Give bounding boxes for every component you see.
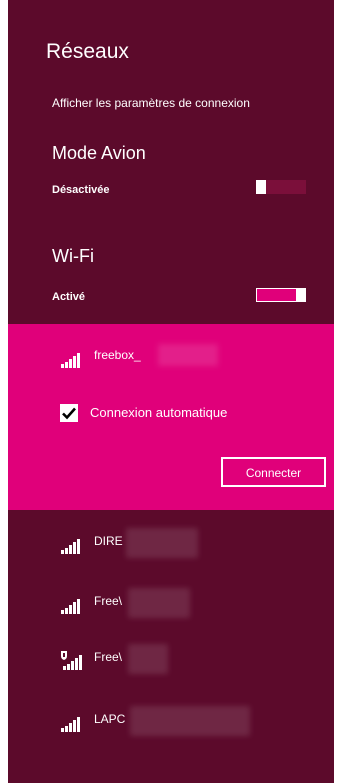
airplane-mode-state: Désactivée xyxy=(52,184,110,196)
selected-network-panel[interactable]: freebox_ Connexion automatique Connecter xyxy=(8,324,334,510)
toggle-thumb xyxy=(296,288,306,302)
checkmark-icon xyxy=(62,407,76,420)
network-name: freebox_ xyxy=(94,348,141,362)
selected-network-row[interactable]: freebox_ xyxy=(8,342,334,372)
connect-button[interactable]: Connecter xyxy=(221,457,326,487)
wifi-signal-icon xyxy=(61,599,80,614)
redaction-blur xyxy=(126,528,198,558)
network-name: LAPC xyxy=(94,712,126,726)
network-name: Free\ xyxy=(94,594,123,608)
network-name: Free\ xyxy=(94,650,123,664)
network-row[interactable]: Free\ xyxy=(8,644,334,674)
panel-title: Réseaux xyxy=(46,40,129,63)
redaction-blur xyxy=(158,344,218,366)
wifi-signal-icon xyxy=(61,539,80,554)
auto-connect-label: Connexion automatique xyxy=(90,405,228,420)
wifi-state: Activé xyxy=(52,291,86,303)
airplane-mode-toggle[interactable] xyxy=(256,180,306,194)
auto-connect-checkbox[interactable] xyxy=(60,404,78,422)
network-row[interactable]: Free\ xyxy=(8,588,334,618)
wifi-signal-icon xyxy=(61,353,80,368)
wifi-signal-icon xyxy=(61,717,80,732)
wifi-shield-signal-icon xyxy=(61,651,82,670)
airplane-mode-heading: Mode Avion xyxy=(52,143,146,163)
network-row[interactable]: LAPC xyxy=(8,706,334,736)
redaction-blur xyxy=(128,644,168,674)
toggle-thumb xyxy=(256,180,266,194)
wifi-heading: Wi-Fi xyxy=(52,246,94,266)
redaction-blur xyxy=(128,588,190,618)
network-flyout: Réseaux Afficher les paramètres de conne… xyxy=(8,0,334,783)
connection-settings-link[interactable]: Afficher les paramètres de connexion xyxy=(52,96,250,110)
network-row[interactable]: DIRE xyxy=(8,528,334,558)
wifi-toggle[interactable] xyxy=(256,288,306,302)
redaction-blur xyxy=(130,706,250,736)
network-name: DIRE xyxy=(94,534,123,548)
